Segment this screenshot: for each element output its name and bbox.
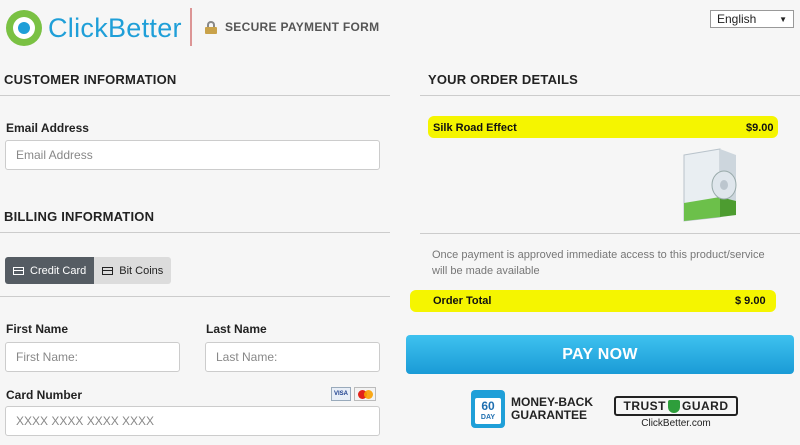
language-select[interactable]: English ▼ [710, 10, 794, 28]
tab-bit-coins[interactable]: Bit Coins [94, 257, 172, 284]
divider [420, 233, 800, 234]
secure-payment-text: SECURE PAYMENT FORM [225, 20, 380, 34]
money-back-line2: GUARANTEE [511, 408, 588, 422]
tab-label: Credit Card [30, 264, 87, 277]
bitcoin-icon [102, 266, 114, 275]
order-total-label: Order Total [433, 295, 492, 307]
trust-word: TRUST [623, 399, 666, 413]
billing-info-title: BILLING INFORMATION [4, 209, 155, 224]
clickbetter-logo: ClickBetter [6, 10, 182, 46]
email-label: Email Address [6, 121, 89, 135]
last-name-field[interactable] [205, 342, 380, 372]
sixty-day-badge-icon: 60 DAY [471, 390, 505, 428]
divider [0, 95, 390, 96]
secure-payment-label: SECURE PAYMENT FORM [205, 20, 379, 34]
badge-day-word: DAY [480, 414, 496, 421]
divider [420, 95, 800, 96]
guard-word: GUARD [682, 399, 729, 413]
header-divider [190, 8, 192, 46]
tab-label: Bit Coins [119, 264, 164, 277]
card-number-field[interactable] [5, 406, 380, 436]
item-name: Silk Road Effect [433, 122, 517, 134]
badge-days: 60 [481, 399, 495, 413]
trust-guard-seal: TRUST GUARD [614, 396, 738, 416]
payment-method-tabs: Credit Card Bit Coins [5, 257, 172, 284]
pay-now-button[interactable]: PAY NOW [406, 335, 794, 374]
product-box-image [683, 148, 737, 222]
chevron-down-icon: ▼ [779, 14, 787, 24]
card-number-label: Card Number [6, 388, 83, 402]
first-name-label: First Name [6, 322, 69, 336]
language-value: English [717, 12, 757, 26]
mastercard-logo [354, 387, 376, 401]
visa-logo: VISA [331, 387, 351, 401]
brand-name: ClickBetter [48, 12, 182, 43]
customer-info-title: CUSTOMER INFORMATION [4, 72, 177, 87]
credit-card-icon [13, 266, 24, 275]
trust-guard-site: ClickBetter.com [641, 418, 711, 429]
order-total-value: $ 9.00 [735, 295, 766, 307]
email-field[interactable] [5, 140, 380, 170]
payment-page: ClickBetter SECURE PAYMENT FORM English … [0, 0, 800, 445]
order-details-title: YOUR ORDER DETAILS [428, 72, 578, 87]
logo-mark-icon [6, 10, 42, 46]
lock-icon [205, 20, 217, 34]
shield-icon [668, 399, 680, 413]
money-back-guarantee: MONEY-BACK GUARANTEE [511, 396, 593, 422]
item-price: $9.00 [746, 122, 774, 134]
first-name-field[interactable] [5, 342, 180, 372]
divider [0, 296, 390, 297]
access-note: Once payment is approved immediate acces… [432, 249, 765, 277]
last-name-label: Last Name [206, 322, 267, 336]
divider [0, 232, 390, 233]
tab-credit-card[interactable]: Credit Card [5, 257, 95, 284]
